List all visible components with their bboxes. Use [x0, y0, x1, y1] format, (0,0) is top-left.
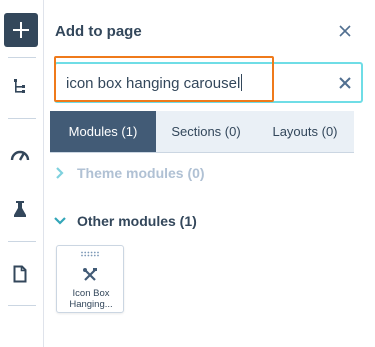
tab-sections[interactable]: Sections (0)	[156, 111, 256, 152]
document-icon	[13, 265, 27, 283]
panel-title: Add to page	[55, 23, 142, 40]
gauge-icon	[10, 150, 30, 161]
add-button[interactable]	[4, 13, 38, 47]
tools-icon	[83, 268, 97, 281]
theme-modules-toggle[interactable]: Theme modules (0)	[53, 165, 205, 181]
other-modules-label: Other modules (1)	[77, 213, 197, 229]
other-modules-toggle[interactable]: Other modules (1)	[53, 213, 197, 229]
clear-icon	[339, 77, 351, 89]
module-label-line1: Icon Box	[72, 288, 110, 299]
tree-icon	[14, 79, 25, 93]
page-settings-button[interactable]	[7, 261, 33, 287]
highlight-box	[54, 56, 274, 102]
clear-search-button[interactable]	[338, 76, 352, 90]
drag-handle-icon	[81, 251, 99, 257]
tab-bar: Modules (1) Sections (0) Layouts (0)	[50, 111, 354, 153]
rail-divider	[8, 241, 36, 242]
optimize-button[interactable]	[7, 142, 33, 168]
chevron-right-icon	[56, 167, 64, 179]
rail-divider	[8, 305, 36, 306]
left-rail	[0, 0, 44, 347]
rail-divider	[8, 57, 36, 58]
tab-layouts[interactable]: Layouts (0)	[256, 111, 354, 152]
close-button[interactable]	[338, 24, 354, 40]
plus-icon	[13, 22, 29, 38]
test-button[interactable]	[7, 196, 33, 222]
close-icon	[339, 25, 351, 37]
flask-icon	[14, 201, 26, 217]
module-label-line2: Hanging...	[69, 299, 113, 310]
tab-modules[interactable]: Modules (1)	[50, 111, 156, 152]
theme-modules-label: Theme modules (0)	[77, 165, 205, 181]
add-to-page-panel: Add to page icon box hanging carousel Mo…	[44, 0, 375, 347]
rail-divider	[8, 118, 36, 119]
chevron-down-icon	[54, 217, 66, 225]
module-card[interactable]: Icon Box Hanging...	[56, 245, 124, 313]
structure-button[interactable]	[7, 74, 33, 100]
module-label: Icon Box Hanging...	[57, 288, 125, 310]
